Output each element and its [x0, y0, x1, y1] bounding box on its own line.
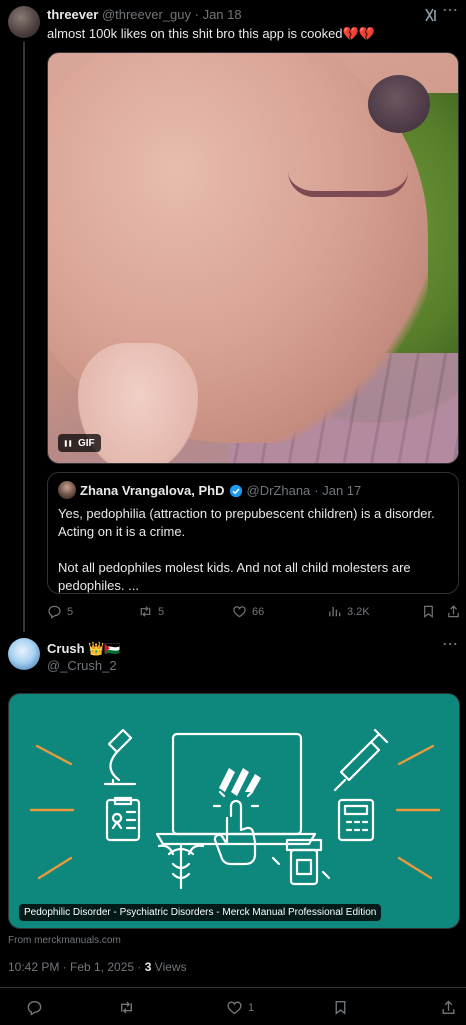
bookmark-icon [332, 999, 349, 1016]
avatar[interactable] [58, 481, 76, 499]
views-count: 3 [144, 960, 152, 974]
gif-badge[interactable]: GIF [58, 434, 101, 452]
merck-illustration [29, 728, 441, 890]
more-icon[interactable] [443, 642, 457, 646]
bookmark-button[interactable] [421, 604, 436, 619]
share-button[interactable] [440, 999, 457, 1016]
gif-label: GIF [78, 437, 95, 449]
author-name[interactable]: threever [47, 7, 98, 22]
like-button[interactable]: 66 [232, 604, 264, 619]
card-source[interactable]: From merckmanuals.com [8, 935, 121, 946]
bookmark-icon [421, 604, 436, 619]
card-title[interactable]: Pedophilic Disorder - Psychiatric Disord… [19, 904, 382, 921]
like-count: 1 [248, 1001, 255, 1014]
reply-count: 5 [67, 605, 74, 618]
bookmark-button[interactable] [332, 999, 349, 1016]
like-icon [232, 604, 247, 619]
gif-frame-mouth [288, 171, 408, 197]
views-button[interactable]: 3.2K [327, 604, 370, 619]
views-label: Views [154, 960, 187, 974]
link-card[interactable]: Pedophilic Disorder - Psychiatric Disord… [8, 693, 460, 929]
verified-icon [229, 484, 243, 498]
thread-line [23, 42, 25, 632]
pause-icon[interactable] [64, 439, 72, 448]
tweet-timestamp[interactable]: 10:42 PM · Feb 1, 2025 · [8, 960, 141, 974]
author-badge-emoji: 👑🇵🇸 [88, 641, 121, 656]
quote-author-handle: @DrZhana [246, 483, 311, 498]
repost-icon [138, 604, 153, 619]
author-handle[interactable]: @_Crush_2 [47, 658, 117, 673]
quote-text: Yes, pedophilia (attraction to prepubesc… [58, 505, 448, 595]
tweet-1[interactable]: threever @threever_guy · Jan 18 almost 1… [0, 0, 466, 632]
views-icon [327, 604, 342, 619]
quote-paragraph-2: Not all pedophiles molest kids. And not … [58, 560, 411, 593]
avatar[interactable] [8, 638, 40, 670]
repost-icon [118, 999, 135, 1016]
tweet-text: almost 100k likes on this shit bro this … [47, 26, 375, 42]
grok-icon[interactable] [423, 7, 439, 23]
quote-author-name: Zhana Vrangalova, PhD [80, 483, 225, 498]
reply-button[interactable] [26, 999, 43, 1016]
more-icon[interactable] [443, 8, 457, 12]
repost-button[interactable]: 5 [138, 604, 164, 619]
author-display-name[interactable]: Crush [47, 641, 85, 656]
quote-header: Zhana Vrangalova, PhD @DrZhana · Jan 17 [80, 483, 361, 498]
share-icon [440, 999, 457, 1016]
gif-frame-nose [368, 75, 430, 133]
like-button[interactable]: 1 [226, 999, 254, 1016]
avatar[interactable] [8, 6, 40, 38]
views-count: 3.2K [347, 605, 370, 618]
quoted-tweet[interactable]: Zhana Vrangalova, PhD @DrZhana · Jan 17 … [47, 472, 459, 594]
repost-count: 5 [158, 605, 165, 618]
broken-heart-emoji: 💔💔 [342, 26, 375, 41]
reply-icon [26, 999, 43, 1016]
share-button[interactable] [446, 604, 461, 619]
reply-button[interactable]: 5 [47, 604, 73, 619]
quote-date: · Jan 17 [314, 483, 362, 498]
like-count: 66 [252, 605, 265, 618]
divider [0, 987, 466, 988]
reply-icon [47, 604, 62, 619]
author-handle[interactable]: @threever_guy [102, 7, 191, 22]
tweet-date[interactable]: · Jan 18 [195, 7, 242, 22]
like-icon [226, 999, 243, 1016]
tweet-header: threever @threever_guy · Jan 18 [47, 7, 242, 22]
gif-media[interactable]: GIF [47, 52, 459, 464]
quote-paragraph-1: Yes, pedophilia (attraction to prepubesc… [58, 506, 435, 539]
tweet-meta: 10:42 PM · Feb 1, 2025 · 3 Views [8, 960, 187, 974]
repost-button[interactable] [118, 999, 135, 1016]
tweet-text-body: almost 100k likes on this shit bro this … [47, 26, 343, 41]
share-icon [446, 604, 461, 619]
author-name[interactable]: Crush 👑🇵🇸 [47, 641, 121, 657]
